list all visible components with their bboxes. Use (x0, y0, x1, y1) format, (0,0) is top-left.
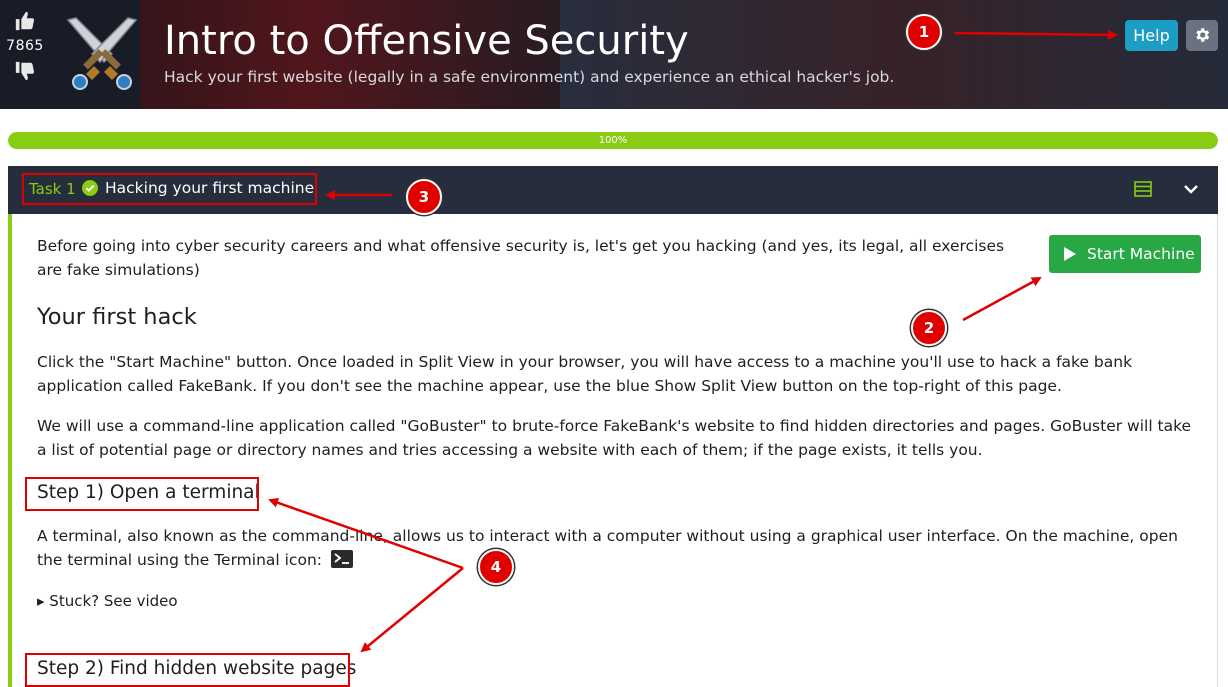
play-icon (1064, 247, 1076, 261)
crossed-swords-logo (66, 17, 138, 90)
section-heading: Your first hack (37, 304, 197, 330)
task-content: Before going into cyber security careers… (8, 214, 1218, 687)
room-title: Intro to Offensive Security (164, 18, 689, 64)
start-machine-button[interactable]: Start Machine (1049, 235, 1201, 273)
settings-button[interactable] (1186, 20, 1218, 51)
terminal-icon (330, 550, 353, 568)
annotation-badge-2: 2 (911, 310, 947, 346)
annotation-box-step1 (25, 477, 259, 511)
vote-count: 7865 (6, 38, 44, 54)
stuck-video-toggle[interactable]: ▸ Stuck? See video (37, 592, 178, 610)
thumbs-down-icon[interactable] (14, 60, 36, 82)
room-subtitle: Hack your first website (legally in a sa… (164, 68, 895, 86)
progress-label: 100% (598, 135, 628, 146)
thumbs-up-icon[interactable] (14, 10, 36, 32)
annotation-badge-1: 1 (906, 14, 942, 50)
list-icon[interactable] (1134, 181, 1152, 197)
gear-icon (1196, 28, 1210, 42)
room-progress-bar: 100% (8, 132, 1218, 149)
annotation-box-step2 (25, 653, 350, 687)
paragraph-start-machine: Click the "Start Machine" button. Once l… (37, 353, 1133, 395)
annotation-badge-3: 3 (406, 179, 442, 215)
chevron-down-icon[interactable] (1182, 181, 1200, 197)
start-machine-label: Start Machine (1087, 245, 1195, 263)
intro-paragraph: Before going into cyber security careers… (37, 237, 1005, 279)
annotation-box-task-title (22, 173, 317, 205)
annotation-badge-4: 4 (478, 549, 514, 585)
step1-paragraph: A terminal, also known as the command-li… (37, 524, 1197, 572)
step1-text: A terminal, also known as the command-li… (37, 527, 1178, 569)
room-header: 7865 Intro to Offensive Security Hack yo… (0, 0, 1228, 109)
vote-widget: 7865 (0, 10, 50, 82)
help-button[interactable]: Help (1125, 20, 1178, 51)
paragraph-gobuster: We will use a command-line application c… (37, 417, 1192, 459)
